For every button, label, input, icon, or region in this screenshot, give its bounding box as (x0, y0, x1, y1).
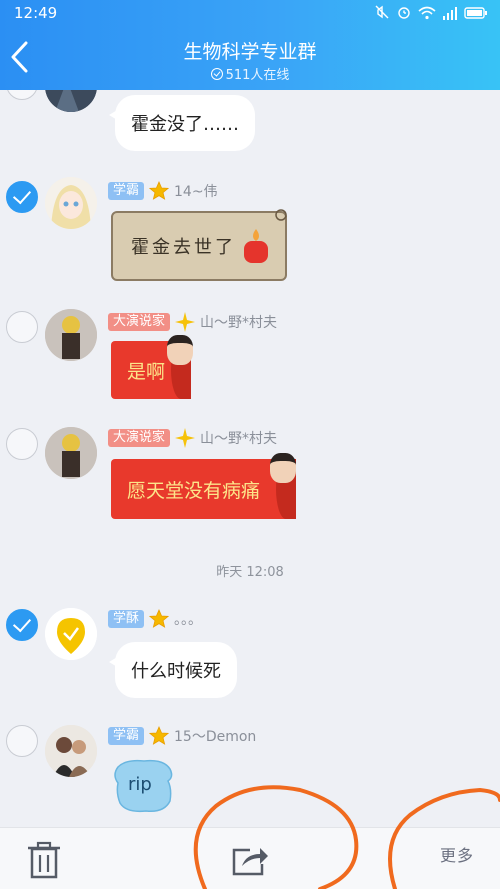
candle-icon (244, 229, 268, 263)
title-badge: 大演说家 (108, 313, 171, 331)
battery-icon (464, 5, 488, 24)
delete-button[interactable] (24, 840, 64, 880)
sender-name[interactable]: 山～野*村夫 (200, 428, 277, 448)
avatar[interactable] (45, 608, 97, 660)
avatar[interactable] (45, 725, 97, 777)
header: 12:49 生物科学专业群 511人在线 (0, 0, 500, 90)
chat-list[interactable]: 霍金没了…… 学霸 14~伟 霍金去世了 大演说家 山～野*村夫 是啊 大演说家… (0, 90, 500, 827)
rip-sticker[interactable]: rip (112, 757, 176, 815)
message-text: 是啊 (127, 360, 166, 383)
message-bubble[interactable]: 是啊 (111, 335, 193, 399)
message-bubble[interactable]: 愿天堂没有病痛 (111, 453, 296, 519)
timestamp: 昨天 12:08 (216, 565, 284, 580)
sender-name[interactable]: 15～Demon (174, 726, 256, 746)
star-icon (149, 181, 170, 200)
title-badge: 大演说家 (108, 429, 171, 447)
signal-icon (442, 5, 458, 24)
select-checkbox[interactable] (6, 428, 38, 460)
select-checkbox[interactable] (6, 725, 38, 757)
select-checkbox[interactable] (6, 311, 38, 343)
sender-meta: 大演说家 山～野*村夫 (108, 428, 277, 448)
online-count: 511人在线 (0, 64, 500, 83)
share-icon (232, 848, 268, 876)
sender-meta: 学霸 15～Demon (108, 726, 256, 746)
sender-meta: 学霸 14~伟 (108, 181, 218, 201)
forward-button[interactable] (230, 840, 270, 880)
status-bar: 12:49 (0, 0, 500, 26)
sender-meta: 大演说家 山～野*村夫 (108, 312, 277, 332)
avatar[interactable] (45, 427, 97, 479)
select-checkbox[interactable] (6, 90, 38, 100)
sticker-text: rip (128, 774, 152, 795)
avatar[interactable] (45, 90, 97, 112)
sticker-face-icon (270, 453, 296, 483)
title-badge: 学霸 (108, 727, 145, 745)
bottom-toolbar: 更多 (0, 827, 500, 889)
message-bubble[interactable]: 什么时候死 (109, 642, 237, 698)
title-badge: 学酥 (108, 610, 145, 628)
corner-ornament-icon (275, 209, 287, 221)
status-time: 12:49 (14, 4, 58, 22)
trash-icon (28, 841, 60, 879)
alarm-icon (396, 4, 412, 24)
wifi-icon (418, 5, 436, 24)
status-icons (374, 4, 488, 24)
message-text: 愿天堂没有病痛 (127, 479, 261, 502)
mute-icon (374, 4, 390, 24)
star-icon (149, 726, 170, 745)
sender-name[interactable]: 山～野*村夫 (200, 312, 277, 332)
select-checkbox[interactable] (6, 609, 38, 641)
sparkle-icon (175, 428, 196, 448)
sender-meta: 学酥 。。。 (108, 609, 202, 629)
online-count-label: 511人在线 (225, 68, 290, 83)
title-badge: 学霸 (108, 182, 145, 200)
sticker-card[interactable]: 霍金去世了 (111, 209, 287, 281)
check-circle-icon (210, 68, 223, 80)
sparkle-icon (175, 312, 196, 332)
sender-name[interactable]: 14~伟 (174, 181, 218, 201)
more-button[interactable]: 更多 (440, 842, 474, 866)
star-icon (149, 609, 170, 628)
sticker-face-icon (167, 335, 193, 365)
group-title: 生物科学专业群 (183, 41, 317, 63)
sender-name[interactable]: 。。。 (174, 609, 202, 629)
select-checkbox[interactable] (6, 181, 38, 213)
sticker-text: 霍金去世了 (131, 237, 236, 258)
avatar[interactable] (45, 309, 97, 361)
avatar[interactable] (45, 177, 97, 229)
message-bubble[interactable]: 霍金没了…… (109, 95, 255, 151)
